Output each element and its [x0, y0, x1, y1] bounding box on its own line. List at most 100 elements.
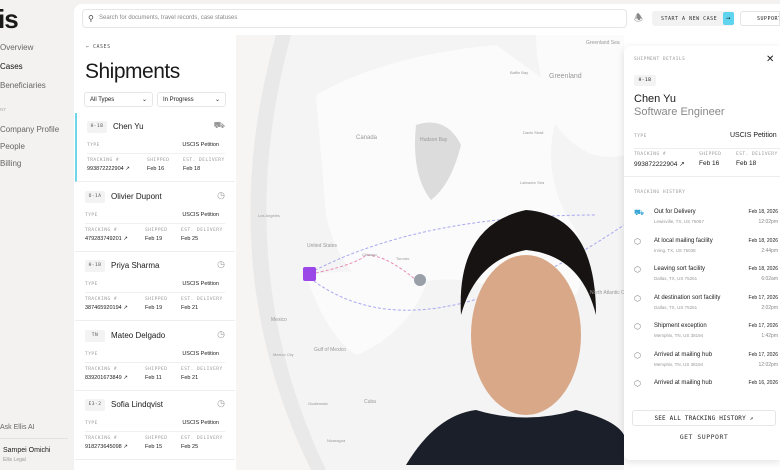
truck-icon: ⛟ — [213, 120, 225, 130]
tracking-link[interactable]: 839201673849 ↗ — [85, 375, 128, 381]
tracking-link[interactable]: 387465920194 ↗ — [85, 305, 128, 311]
package-icon: ⬡ — [634, 379, 641, 388]
map-label: Los Angeles — [258, 213, 280, 218]
visa-badge: TN — [85, 329, 105, 342]
map-label: Toronto — [396, 256, 410, 261]
shipment-card[interactable]: TN Mateo Delgado ◷ TYPE USCIS Petition T… — [75, 322, 235, 391]
status-filter-value: In Progress — [163, 97, 194, 103]
chevron-down-icon: ⌄ — [214, 97, 220, 103]
history-label: TRACKING HISTORY — [634, 190, 686, 195]
type-filter-select[interactable]: All Types ⌄ — [84, 92, 153, 107]
type-label: TYPE — [85, 351, 98, 357]
back-to-cases-link[interactable]: ← CASES — [86, 44, 111, 50]
shipment-card[interactable]: H-1B Priya Sharma ◷ TYPE USCIS Petition … — [75, 252, 235, 321]
start-new-case-label: START A NEW CASE — [661, 16, 718, 22]
tracking-link[interactable]: 918273645098 ↗ — [85, 444, 128, 450]
chevron-down-icon: ⌄ — [141, 97, 147, 103]
map-label: Mexico City — [273, 352, 294, 357]
type-label: TYPE — [87, 143, 100, 148]
shipment-card[interactable]: O-1A Olivier Dupont ◷ TYPE USCIS Petitio… — [75, 183, 235, 252]
event-time: 6:02am — [761, 276, 778, 282]
bell-icon[interactable]: 🕭 — [634, 11, 643, 28]
tracking-link[interactable]: 993872222904 ↗ — [634, 160, 685, 168]
map-label: United States — [307, 243, 338, 249]
delivery-value: Feb 18 — [736, 160, 757, 167]
history-item: ⛟ Out for Delivery Lewisville, TX, US 75… — [634, 208, 778, 238]
delivery-label: EST. DELIVERY — [181, 366, 223, 372]
shipped-value: Feb 16 — [147, 166, 165, 172]
shipment-map[interactable] — [236, 35, 624, 470]
map-label: Chicago — [362, 252, 377, 257]
delivery-value: Feb 21 — [181, 305, 199, 311]
event-location: Lewisville, TX, US 75067 — [654, 219, 704, 224]
event-location: Memphis, TN, US 38194 — [654, 361, 704, 367]
event-title: At destination sort facility — [654, 294, 721, 301]
delivery-label: EST. DELIVERY — [183, 158, 225, 163]
beneficiary-name: Chen Yu — [634, 93, 677, 105]
type-label: TYPE — [85, 212, 98, 218]
nav-billing[interactable]: Billing — [0, 159, 21, 168]
get-support-button[interactable]: GET SUPPORT — [632, 433, 776, 441]
user-name[interactable]: Sampei Omichi — [3, 447, 50, 454]
map-label: Guatemala — [308, 401, 328, 406]
details-header: SHIPMENT DETAILS — [634, 57, 686, 62]
map-label: Labrador Sea — [520, 180, 545, 185]
tracking-label: TRACKING # — [85, 366, 118, 372]
globe-map — [250, 35, 624, 470]
tracking-number: 993872222904 — [634, 161, 678, 168]
close-icon[interactable]: ✕ — [766, 54, 774, 65]
event-title: Arrived at mailing hub — [654, 380, 713, 386]
tracking-number: 479283749201 — [85, 235, 122, 242]
map-label: Cuba — [364, 399, 376, 405]
tracking-link[interactable]: 479283749201 ↗ — [85, 236, 128, 242]
nav-company-profile[interactable]: Company Profile — [0, 125, 59, 134]
status-filter-select[interactable]: In Progress ⌄ — [157, 92, 226, 107]
shipped-value: Feb 11 — [145, 374, 162, 381]
shipment-card[interactable]: H-1B Chen Yu ⛟ TYPE USCIS Petition TRACK… — [75, 113, 235, 182]
shipped-value: Feb 19 — [145, 305, 163, 311]
shipped-label: SHIPPED — [699, 152, 722, 157]
tracking-label: TRACKING # — [85, 227, 118, 233]
event-date: Feb 18, 2026 — [748, 237, 778, 244]
history-item: ⬡ Arrived at mailing hub Memphis, TN, US… — [634, 351, 778, 381]
nav-overview[interactable]: Overview — [0, 43, 33, 52]
shipped-label: SHIPPED — [145, 366, 168, 372]
type-value: USCIS Petition — [182, 420, 219, 426]
shipment-card[interactable]: E3-2 Sofia Lindqvist ◷ TYPE USCIS Petiti… — [75, 391, 235, 460]
tracking-link[interactable]: 993872222904 ↗ — [87, 166, 130, 172]
event-title: Leaving sort facility — [654, 266, 706, 272]
nav-people[interactable]: People — [0, 142, 25, 151]
nav-cases[interactable]: Cases — [0, 62, 23, 71]
package-icon: ⬡ — [634, 265, 641, 274]
hub-marker — [414, 274, 426, 286]
tracking-label: TRACKING # — [87, 158, 120, 163]
event-date: Feb 17, 2026 — [748, 294, 778, 301]
shipped-value: Feb 16 — [699, 160, 720, 167]
shipped-label: SHIPPED — [147, 158, 170, 163]
shipped-label: SHIPPED — [145, 227, 168, 233]
beneficiary-name: Priya Sharma — [111, 261, 160, 270]
event-date: Feb 17, 2026 — [748, 351, 778, 358]
search-input[interactable]: ⚲ Search for documents, travel records, c… — [82, 9, 627, 28]
map-label: Greenland Sea — [586, 40, 620, 46]
nav-beneficiaries[interactable]: Beneficiaries — [0, 81, 46, 90]
beneficiary-name: Chen Yu — [113, 122, 144, 131]
delivery-value: Feb 25 — [181, 235, 199, 242]
event-location: Memphis, TN, US 38194 — [654, 333, 704, 338]
clock-icon: ◷ — [217, 398, 225, 408]
start-new-case-button[interactable]: START A NEW CASE → — [652, 11, 734, 26]
divider — [85, 361, 225, 363]
tracking-number: 839201673849 — [85, 374, 122, 381]
logo: is — [0, 4, 19, 34]
type-value: USCIS Petition — [182, 350, 219, 357]
see-all-label: SEE ALL TRACKING HISTORY — [654, 415, 746, 422]
beneficiary-name: Sofia Lindqvist — [111, 400, 164, 409]
event-time: 12:02pm — [758, 219, 778, 225]
event-time: 2:02pm — [761, 304, 778, 311]
clock-icon: ◷ — [217, 259, 225, 269]
divider — [85, 222, 225, 224]
support-button[interactable]: SUPPORT — [740, 11, 780, 26]
ask-ai-button[interactable]: Ask Ellis AI — [0, 424, 35, 431]
history-item: ⬡ At local mailing facility Irving, TX, … — [634, 237, 778, 267]
see-all-history-button[interactable]: SEE ALL TRACKING HISTORY ↗ — [632, 410, 776, 426]
